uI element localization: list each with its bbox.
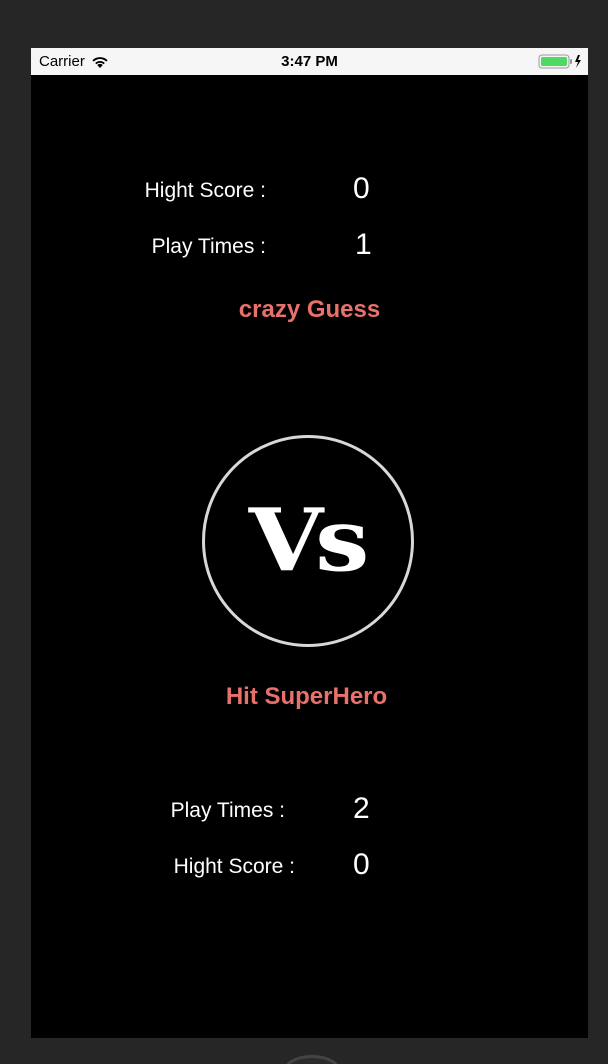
hit-superhero-button[interactable]: Hit SuperHero <box>31 683 585 711</box>
vs-button[interactable]: Vs <box>202 435 414 647</box>
device-frame: Carrier 3:47 PM Hight Score: 0 Play Tim… <box>0 0 608 1064</box>
crazy-guess-button[interactable]: crazy Guess <box>31 296 588 324</box>
vs-label: Vs <box>248 489 369 592</box>
top-play-times-value: 1 <box>355 228 372 261</box>
top-high-score-value: 0 <box>353 172 370 205</box>
bottom-play-times-value: 2 <box>353 792 370 825</box>
status-time: 3:47 PM <box>281 53 338 70</box>
bottom-high-score-label: Hight Score : <box>173 855 295 878</box>
battery-charging-icon <box>538 54 582 69</box>
app-screen: Carrier 3:47 PM Hight Score: 0 Play Tim… <box>31 48 588 1038</box>
status-bar: Carrier 3:47 PM <box>31 48 588 75</box>
top-high-score-label: Hight Score : <box>144 179 266 202</box>
top-play-times-label: Play Times : <box>151 235 266 258</box>
bottom-play-times-label: Play Times : <box>170 799 285 822</box>
home-button[interactable] <box>284 1055 340 1064</box>
bottom-high-score-value: 0 <box>353 848 370 881</box>
